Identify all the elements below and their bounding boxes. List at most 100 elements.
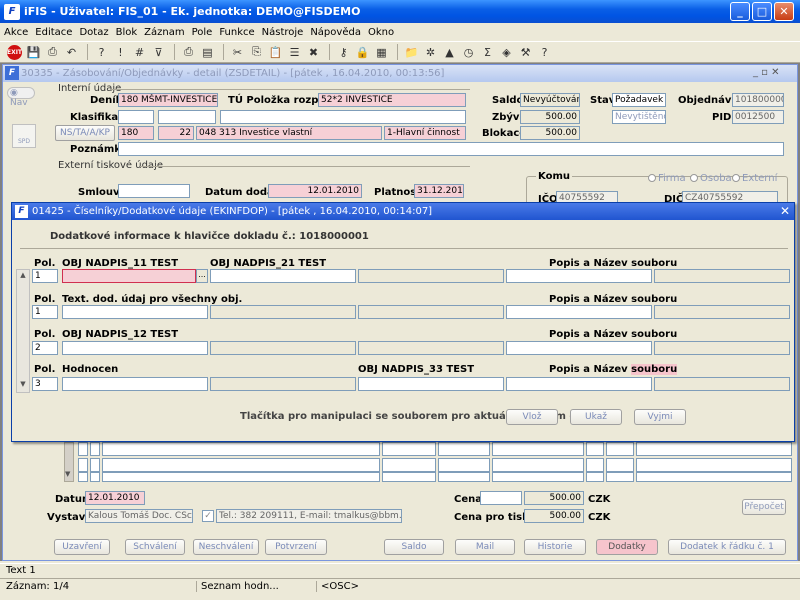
scroll-up-icon[interactable]: ▲	[18, 271, 28, 281]
insert-record-icon[interactable]: ☰	[286, 44, 303, 61]
tools-icon[interactable]: ⚒	[517, 44, 534, 61]
scroll-down-icon[interactable]: ▼	[65, 470, 70, 478]
execute-query-icon[interactable]: !	[112, 44, 129, 61]
spd-button[interactable]: SPD	[12, 124, 36, 148]
radio-firma[interactable]: Firma	[648, 173, 686, 184]
vloz-button[interactable]: Vlož	[506, 409, 558, 425]
denik-field[interactable]: 180 MŠMT-INVESTICE	[118, 93, 218, 107]
settings-icon[interactable]: ✲	[422, 44, 439, 61]
ukaz-button[interactable]: Ukaž	[570, 409, 622, 425]
stav-field[interactable]: Požadavek	[612, 93, 666, 107]
ns-field-2[interactable]: 22	[158, 126, 194, 140]
delete-record-icon[interactable]: ✖	[305, 44, 322, 61]
menu-item-funkce[interactable]: Funkce	[219, 27, 254, 38]
close-button[interactable]: ✕	[774, 2, 794, 21]
enter-query-icon[interactable]: ?	[93, 44, 110, 61]
potvrzeni-button[interactable]: Potvrzení	[265, 539, 327, 555]
save-icon[interactable]: 💾	[25, 44, 42, 61]
row3-pol[interactable]: 2	[32, 341, 58, 355]
poznamka-field[interactable]	[118, 142, 784, 156]
row1-field1[interactable]	[62, 269, 196, 283]
cena-field-1[interactable]	[480, 491, 522, 505]
row4-pol[interactable]: 3	[32, 377, 58, 391]
dodatek-radku-button[interactable]: Dodatek k řádku č. 1	[668, 539, 786, 555]
tu-field[interactable]: 52*2 INVESTICE	[318, 93, 466, 107]
lock-icon[interactable]: 🔒	[354, 44, 371, 61]
dialog-close-icon[interactable]: ✕	[780, 204, 790, 218]
calendar-icon[interactable]: ▦	[373, 44, 390, 61]
platnost-field[interactable]: 31.12.2010	[414, 184, 464, 198]
menu-item-nastroje[interactable]: Nástroje	[262, 27, 304, 38]
menu-item-dotaz[interactable]: Dotaz	[79, 27, 108, 38]
row1-lov-button[interactable]: ...	[196, 269, 208, 283]
clock-icon[interactable]: ◷	[460, 44, 477, 61]
menu-item-blok[interactable]: Blok	[116, 27, 138, 38]
klasifikace-field-3[interactable]	[220, 110, 466, 124]
vystavil-field[interactable]: Kalous Tomáš Doc. CSc.	[85, 509, 193, 523]
radio-externi[interactable]: Externí	[732, 173, 777, 184]
menu-item-pole[interactable]: Pole	[192, 27, 213, 38]
ns-field-1[interactable]: 180	[118, 126, 154, 140]
folder-icon[interactable]: 📁	[403, 44, 420, 61]
row4-field3[interactable]	[358, 377, 504, 391]
neschvaleni-button[interactable]: Neschválení	[193, 539, 259, 555]
menu-item-napoveda[interactable]: Nápověda	[310, 27, 361, 38]
saldo-button[interactable]: Saldo	[384, 539, 444, 555]
triangle-icon[interactable]: ▲	[441, 44, 458, 61]
datum-dodani-field[interactable]: 12.01.2010	[268, 184, 362, 198]
klasifikace-field-1[interactable]	[118, 110, 154, 124]
dodatky-button[interactable]: Dodatky	[596, 539, 658, 555]
menu-item-zaznam[interactable]: Záznam	[144, 27, 184, 38]
menu-item-okno[interactable]: Okno	[368, 27, 394, 38]
exit-icon[interactable]: EXIT	[6, 44, 23, 61]
copy-icon[interactable]: ⎘	[248, 44, 265, 61]
ns-ta-button[interactable]: NS/TA/A/KP	[55, 125, 115, 141]
contact-field[interactable]: Tel.: 382 209111, E-mail: tmalkus@bbm.cz	[216, 509, 402, 523]
row1-field3	[358, 269, 504, 283]
uzavreni-button[interactable]: Uzavření	[54, 539, 110, 555]
cena-tisk-currency: CZK	[588, 512, 611, 523]
row4-field4[interactable]	[506, 377, 652, 391]
undo-icon[interactable]: ↶	[63, 44, 80, 61]
print-preview-icon[interactable]: ⎙	[44, 44, 61, 61]
radio-osoba[interactable]: Osoba	[690, 173, 732, 184]
paste-icon[interactable]: 📋	[267, 44, 284, 61]
row2-field1[interactable]	[62, 305, 208, 319]
help-icon[interactable]: ?	[536, 44, 553, 61]
child-window-controls[interactable]: _ ▫ ✕	[753, 67, 780, 78]
menu-item-akce[interactable]: Akce	[4, 27, 28, 38]
ns-field-4[interactable]: 1-Hlavní činnost	[384, 126, 466, 140]
dialog-scrollbar[interactable]: ▲ ▼	[16, 269, 30, 393]
cut-icon[interactable]: ✂	[229, 44, 246, 61]
mail-button[interactable]: Mail	[455, 539, 515, 555]
row3-field4[interactable]	[506, 341, 652, 355]
filter-icon[interactable]: ⊽	[150, 44, 167, 61]
count-query-icon[interactable]: #	[131, 44, 148, 61]
historie-button[interactable]: Historie	[524, 539, 586, 555]
datum-field[interactable]: 12.01.2010	[85, 491, 145, 505]
vystavil-checkbox[interactable]: ✓	[202, 510, 214, 522]
row1-field4[interactable]	[506, 269, 652, 283]
schvaleni-button[interactable]: Schválení	[125, 539, 185, 555]
row3-field1[interactable]	[62, 341, 208, 355]
ns-field-3[interactable]: 048 313 Investice vlastní	[196, 126, 382, 140]
maximize-button[interactable]: □	[752, 2, 772, 21]
vyjmi-button[interactable]: Vyjmi	[634, 409, 686, 425]
row4-field1[interactable]	[62, 377, 208, 391]
scroll-down-icon[interactable]: ▼	[18, 380, 28, 390]
smlouva-field[interactable]	[118, 184, 190, 198]
cube-icon[interactable]: ◈	[498, 44, 515, 61]
report-icon[interactable]: ▤	[199, 44, 216, 61]
minimize-button[interactable]: _	[730, 2, 750, 21]
sum-icon[interactable]: Σ	[479, 44, 496, 61]
nav-button[interactable]: ◉ Nav	[7, 87, 35, 108]
row2-pol[interactable]: 1	[32, 305, 58, 319]
key-icon[interactable]: ⚷	[335, 44, 352, 61]
row2-field4[interactable]	[506, 305, 652, 319]
menu-item-editace[interactable]: Editace	[35, 27, 72, 38]
print-icon[interactable]: ⎙	[180, 44, 197, 61]
klasifikace-field-2[interactable]	[158, 110, 216, 124]
row1-pol[interactable]: 1	[32, 269, 58, 283]
row1-field2[interactable]	[210, 269, 356, 283]
prepocet-button[interactable]: Přepočet	[742, 499, 786, 515]
